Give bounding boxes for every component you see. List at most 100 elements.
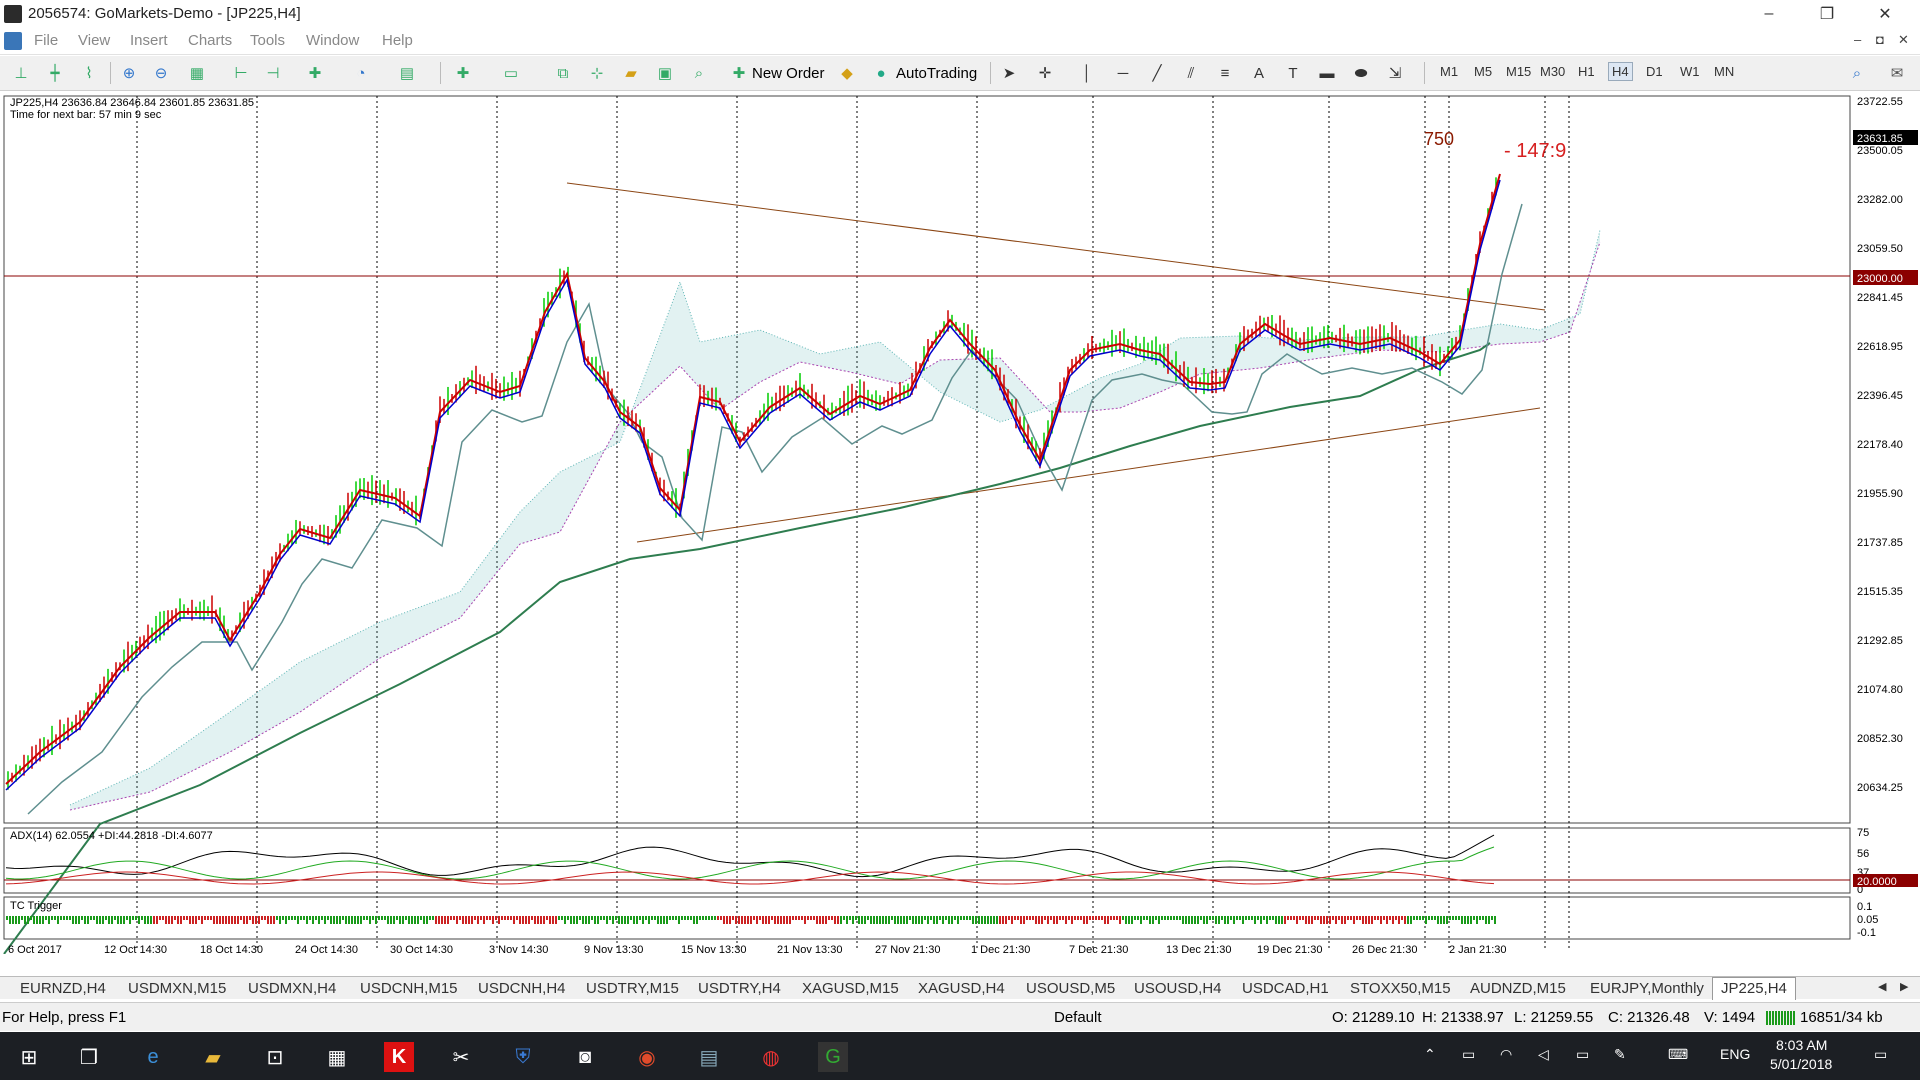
equidistant-channel-icon[interactable]: ⫽ — [1180, 62, 1202, 84]
new-chart-icon[interactable]: ✚ — [452, 62, 474, 84]
menu-window[interactable]: Window — [306, 32, 359, 49]
security-shield-icon[interactable]: ⛨ — [508, 1042, 538, 1072]
keyboard-icon[interactable]: ⌨ — [1668, 1046, 1688, 1063]
maximize-button[interactable]: ❐ — [1804, 0, 1850, 28]
new-order-button[interactable]: New Order — [752, 62, 825, 84]
fibonacci-icon[interactable]: ≡ — [1214, 62, 1236, 84]
notifications-icon[interactable]: ▭ — [1874, 1046, 1887, 1063]
snipping-tool-icon[interactable]: ✂ — [446, 1042, 476, 1072]
tab-usdtry-h4[interactable]: USDTRY,H4 — [698, 980, 781, 997]
mdi-minimize-button[interactable]: – — [1854, 32, 1861, 47]
tab-usousd-h4[interactable]: USOUSD,H4 — [1134, 980, 1222, 997]
tab-scroll-left-icon[interactable]: ◀ — [1878, 980, 1886, 993]
status-profile[interactable]: Default — [1054, 1009, 1102, 1026]
language-indicator[interactable]: ENG — [1720, 1046, 1750, 1062]
crosshair-icon[interactable]: ✛ — [1034, 62, 1056, 84]
indicators-icon[interactable]: ✚ — [304, 62, 326, 84]
zoom-in-icon[interactable]: ⊕ — [118, 62, 140, 84]
tab-usdcad-h1[interactable]: USDCAD,H1 — [1242, 980, 1329, 997]
tray-device-icon[interactable]: ▭ — [1462, 1046, 1475, 1063]
calculator-icon[interactable]: ▦ — [322, 1042, 352, 1072]
search-icon[interactable]: ⌕ — [1846, 62, 1868, 84]
tile-windows-icon[interactable]: ▦ — [186, 62, 208, 84]
menu-charts[interactable]: Charts — [188, 32, 232, 49]
arrows-icon[interactable]: ⇲ — [1384, 62, 1406, 84]
timeframe-m15[interactable]: M15 — [1506, 64, 1531, 79]
zoom-out-icon[interactable]: ⊖ — [150, 62, 172, 84]
pen-icon[interactable]: ✎ — [1614, 1046, 1626, 1063]
crosshair-target-icon[interactable]: ⊹ — [586, 62, 608, 84]
timeframe-m30[interactable]: M30 — [1540, 64, 1565, 79]
timeframe-h1[interactable]: H1 — [1578, 64, 1595, 79]
timeframe-h4[interactable]: H4 — [1608, 62, 1633, 81]
clock-date[interactable]: 5/01/2018 — [1770, 1056, 1832, 1072]
chat-icon[interactable]: ✉ — [1886, 62, 1908, 84]
chart-shift-icon[interactable]: ⊢ — [230, 62, 252, 84]
mdi-restore-button[interactable]: ◘ — [1876, 32, 1884, 47]
volume-icon[interactable]: ◁ — [1538, 1046, 1549, 1063]
metatrader-icon[interactable]: ◍ — [756, 1042, 786, 1072]
edge-icon[interactable]: e — [138, 1042, 168, 1072]
autotrading-icon[interactable]: ● — [870, 62, 892, 84]
battery-icon[interactable]: ▭ — [1576, 1046, 1589, 1063]
menu-help[interactable]: Help — [382, 32, 413, 49]
tab-usdcnh-h4[interactable]: USDCNH,H4 — [478, 980, 566, 997]
bar-chart-icon[interactable]: ⊥ — [10, 62, 32, 84]
autotrading-button[interactable]: AutoTrading — [896, 62, 977, 84]
menu-file[interactable]: File — [34, 32, 58, 49]
tab-xagusd-h4[interactable]: XAGUSD,H4 — [918, 980, 1005, 997]
terminal-icon[interactable]: ▣ — [654, 62, 676, 84]
timeframe-w1[interactable]: W1 — [1680, 64, 1700, 79]
tester-icon[interactable]: ⌕ — [688, 62, 710, 84]
tab-usdmxn-m15[interactable]: USDMXN,M15 — [128, 980, 226, 997]
gomarkets-icon[interactable]: G — [818, 1042, 848, 1072]
profiles-icon[interactable]: ▭ — [500, 62, 522, 84]
tab-xagusd-m15[interactable]: XAGUSD,M15 — [802, 980, 899, 997]
wifi-icon[interactable]: ◠ — [1500, 1046, 1512, 1063]
horizontal-line-icon[interactable]: ─ — [1112, 62, 1134, 84]
vertical-line-icon[interactable]: │ — [1076, 62, 1098, 84]
tab-eurjpy-monthly[interactable]: EURJPY,Monthly — [1590, 980, 1704, 997]
tray-chevron-icon[interactable]: ⌃ — [1424, 1046, 1436, 1063]
store-icon[interactable]: ⊡ — [260, 1042, 290, 1072]
mdi-close-button[interactable]: ✕ — [1898, 32, 1909, 48]
candlestick-icon[interactable]: ┿ — [44, 62, 66, 84]
ellipse-icon[interactable]: ⬬ — [1350, 62, 1372, 84]
chrome-icon[interactable]: ◉ — [632, 1042, 662, 1072]
timeframe-m5[interactable]: M5 — [1474, 64, 1492, 79]
k-app-icon[interactable]: K — [384, 1042, 414, 1072]
start-icon[interactable]: ⊞ — [14, 1042, 44, 1072]
menu-view[interactable]: View — [78, 32, 110, 49]
tab-usdmxn-h4[interactable]: USDMXN,H4 — [248, 980, 336, 997]
close-button[interactable]: ✕ — [1862, 0, 1908, 28]
tab-usousd-m5[interactable]: USOUSD,M5 — [1026, 980, 1115, 997]
text-label-icon[interactable]: T — [1282, 62, 1304, 84]
clock-time[interactable]: 8:03 AM — [1776, 1037, 1827, 1053]
chart-window[interactable]: JP225,H4 23636.84 23646.84 23601.85 2363… — [0, 92, 1920, 954]
templates-icon[interactable]: ▤ — [396, 62, 418, 84]
tab-eurnzd-h4[interactable]: EURNZD,H4 — [20, 980, 106, 997]
text-icon[interactable]: A — [1248, 62, 1270, 84]
new-order-icon[interactable]: ✚ — [728, 62, 750, 84]
tab-jp225-h4[interactable]: JP225,H4 — [1712, 977, 1796, 1000]
rectangle-icon[interactable]: ▬ — [1316, 62, 1338, 84]
trendline-icon[interactable]: ╱ — [1146, 62, 1168, 84]
tab-usdcnh-m15[interactable]: USDCNH,M15 — [360, 980, 458, 997]
menu-insert[interactable]: Insert — [130, 32, 168, 49]
tab-usdtry-m15[interactable]: USDTRY,M15 — [586, 980, 679, 997]
network-drive-icon[interactable]: ▤ — [694, 1042, 724, 1072]
tab-scroll-right-icon[interactable]: ▶ — [1900, 980, 1908, 993]
minimize-button[interactable]: – — [1746, 0, 1792, 28]
camera-icon[interactable]: ◙ — [570, 1042, 600, 1072]
auto-scroll-icon[interactable]: ⊣ — [262, 62, 284, 84]
folder-icon[interactable]: ▰ — [620, 62, 642, 84]
cursor-icon[interactable]: ➤ — [998, 62, 1020, 84]
menu-tools[interactable]: Tools — [250, 32, 285, 49]
metaeditor-icon[interactable]: ◆ — [836, 62, 858, 84]
tab-stoxx50-m15[interactable]: STOXX50,M15 — [1350, 980, 1451, 997]
timeframe-m1[interactable]: M1 — [1440, 64, 1458, 79]
navigator-icon[interactable]: ⧉ — [552, 62, 574, 84]
line-chart-icon[interactable]: ⌇ — [78, 62, 100, 84]
tab-audnzd-m15[interactable]: AUDNZD,M15 — [1470, 980, 1566, 997]
timeframe-d1[interactable]: D1 — [1646, 64, 1663, 79]
